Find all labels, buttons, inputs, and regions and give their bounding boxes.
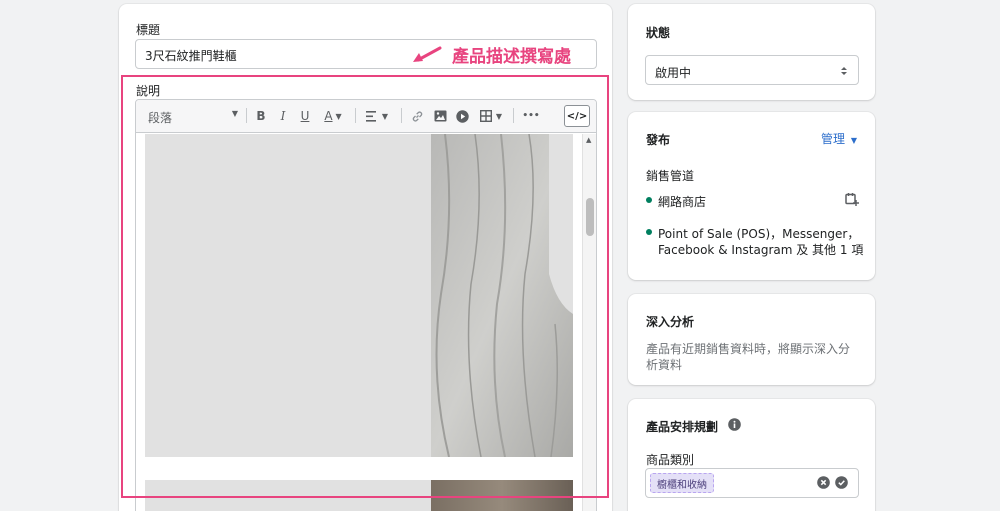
status-card: 狀態 啟用中 xyxy=(628,4,875,100)
channel-other-line1: Point of Sale (POS)，Messenger， xyxy=(658,227,860,241)
title-input-value: 3尺石紋推門鞋櫃 xyxy=(145,49,237,63)
product-type-label: 商品類別 xyxy=(646,453,695,467)
sales-channels-label: 銷售管道 xyxy=(646,169,695,183)
channel-online-store: 網路商店 xyxy=(658,195,707,209)
clear-icon[interactable] xyxy=(817,476,830,489)
status-select[interactable]: 啟用中 xyxy=(645,55,859,85)
product-type-tag[interactable]: 櫥櫃和收納 xyxy=(650,473,714,493)
product-type-combobox[interactable]: 櫥櫃和收納 xyxy=(645,468,859,498)
channel-active-dot xyxy=(646,197,652,203)
status-select-value: 啟用中 xyxy=(655,66,692,80)
organization-card: 產品安排規劃 商品類別 櫥櫃和收納 xyxy=(628,399,875,511)
status-heading: 狀態 xyxy=(646,26,671,40)
info-icon[interactable] xyxy=(728,418,741,431)
channel-active-dot xyxy=(646,229,652,235)
organization-heading: 產品安排規劃 xyxy=(646,420,719,434)
insights-text-line1: 產品有近期銷售資料時，將顯示深入分 xyxy=(646,342,851,356)
insights-text-line2: 析資料 xyxy=(646,358,683,372)
calendar-add-icon[interactable] xyxy=(845,192,859,206)
select-arrows-icon xyxy=(841,67,847,75)
annotation-text: 產品描述撰寫處 xyxy=(452,47,571,67)
publishing-heading: 發布 xyxy=(646,133,671,147)
manage-label: 管理 xyxy=(821,132,846,146)
insights-heading: 深入分析 xyxy=(646,315,695,329)
manage-button[interactable]: 管理 ▼ xyxy=(821,130,857,147)
insights-card: 深入分析 產品有近期銷售資料時，將顯示深入分 析資料 xyxy=(628,294,875,385)
product-type-tag-label: 櫥櫃和收納 xyxy=(657,479,707,491)
title-label: 標題 xyxy=(136,23,161,37)
channel-other-line2: Facebook & Instagram 及 其他 1 項 xyxy=(658,243,864,257)
annotation-arrow-icon xyxy=(413,46,442,62)
caret-down-icon: ▼ xyxy=(850,136,857,145)
publishing-card: 發布 管理 ▼ 銷售管道 網路商店 Point of Sale (POS)，Me… xyxy=(628,112,875,280)
annotation-highlight-box xyxy=(121,75,609,498)
check-icon[interactable] xyxy=(835,476,848,489)
